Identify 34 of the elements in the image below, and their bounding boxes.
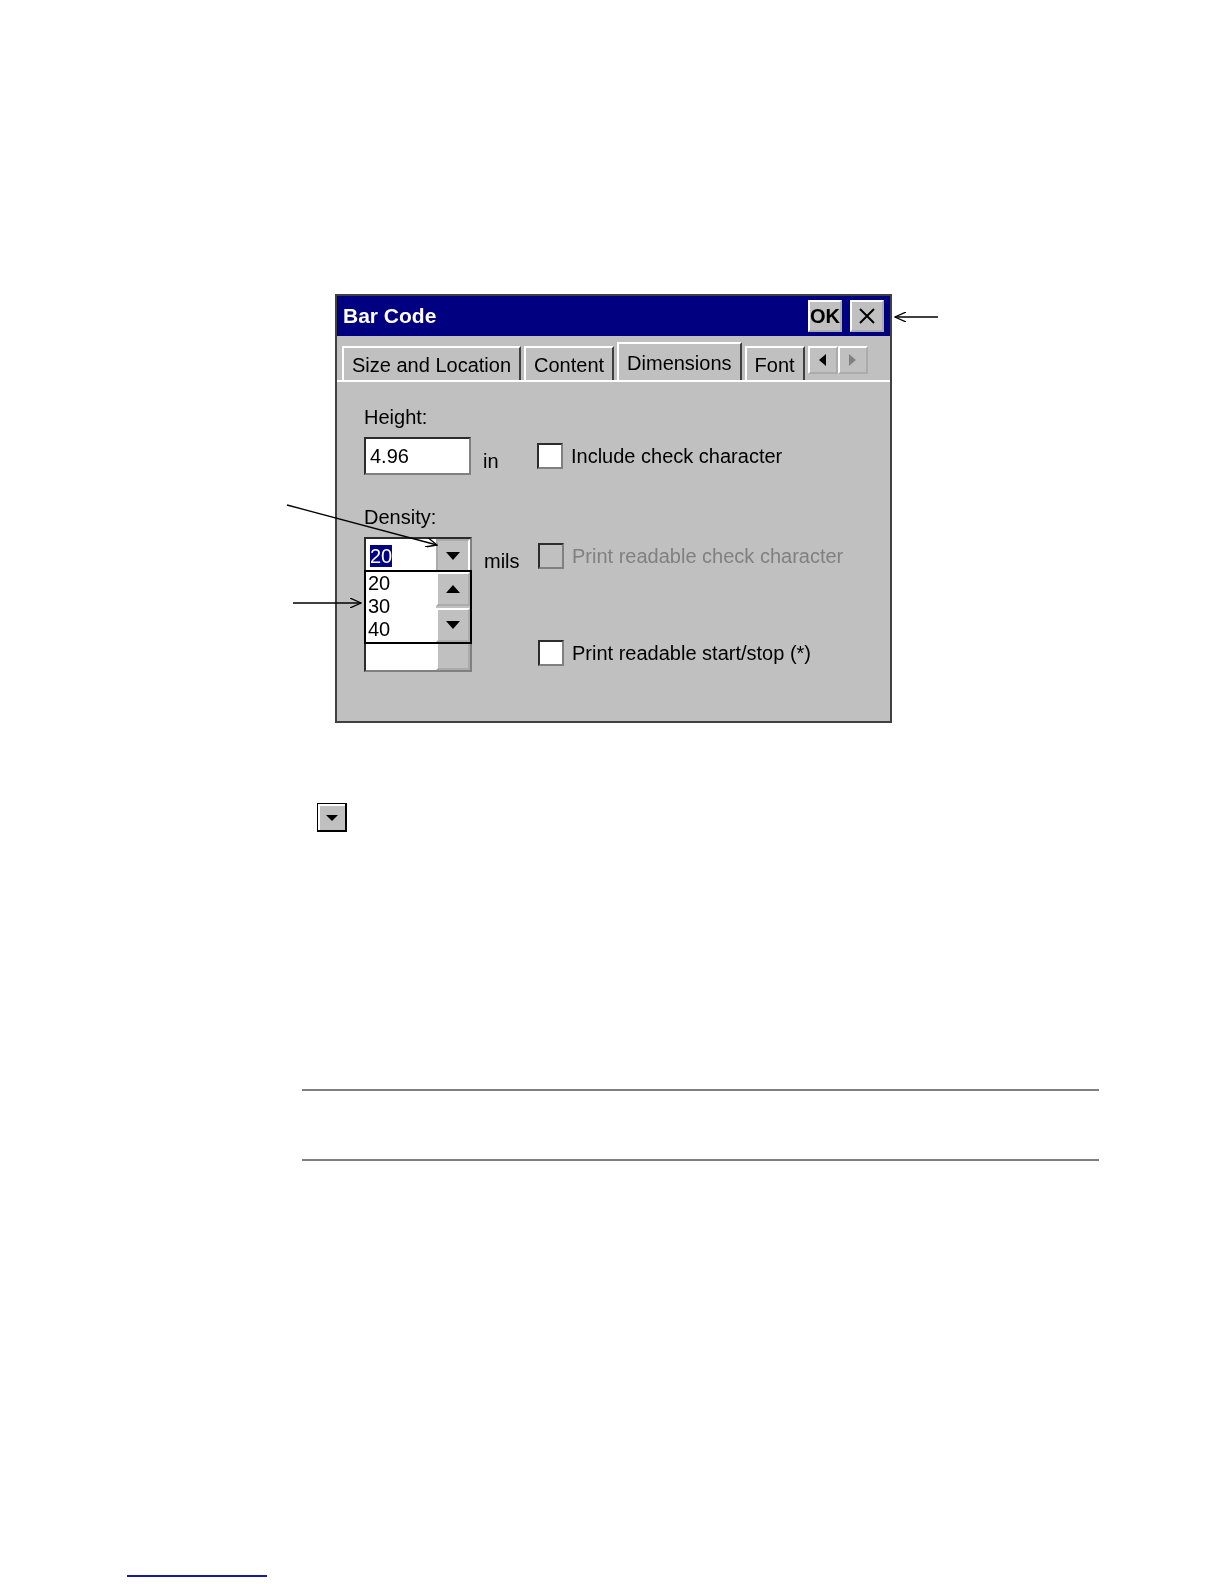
field-label: Density: — [364, 505, 438, 530]
left-arrow-icon — [819, 354, 827, 366]
down-arrow-icon — [446, 621, 460, 629]
field-label: Height: — [364, 405, 429, 430]
right-arrow-icon — [849, 354, 857, 366]
ok-button[interactable]: OK — [808, 300, 842, 332]
unit-label: in — [483, 450, 499, 472]
list-option[interactable]: 40 — [366, 618, 436, 641]
checkbox-label: Print readable check character — [572, 544, 844, 569]
up-arrow-icon — [446, 585, 460, 593]
scroll-right-button[interactable] — [837, 346, 868, 374]
list-option[interactable]: 30 — [366, 595, 436, 618]
scroll-up-button[interactable] — [436, 572, 470, 606]
annotation-arrow — [894, 311, 939, 323]
unit-label: mils — [484, 550, 520, 572]
combo-value: 20 — [370, 545, 393, 567]
tab[interactable]: Dimensions — [617, 342, 742, 380]
tab[interactable]: Font — [744, 346, 805, 380]
close-icon — [858, 307, 876, 325]
scroll-down-button[interactable] — [436, 608, 470, 642]
height-field[interactable]: 4.96 — [364, 437, 471, 475]
checkbox[interactable] — [538, 640, 564, 666]
dropdown-button-icon — [317, 803, 347, 832]
window-title: Bar Code — [343, 303, 437, 330]
down-arrow-icon — [446, 552, 460, 560]
annotation-arrow — [292, 597, 362, 609]
checkbox-label: Include check character — [571, 444, 783, 469]
checkbox[interactable] — [537, 443, 563, 469]
tab[interactable]: Content — [524, 346, 615, 380]
list-option[interactable]: 20 — [366, 572, 436, 595]
close-button[interactable] — [850, 300, 884, 332]
checkbox-label: Print readable start/stop (*) — [572, 641, 811, 666]
tab[interactable]: Size and Location — [342, 346, 521, 380]
scroll-left-button[interactable] — [807, 346, 838, 374]
